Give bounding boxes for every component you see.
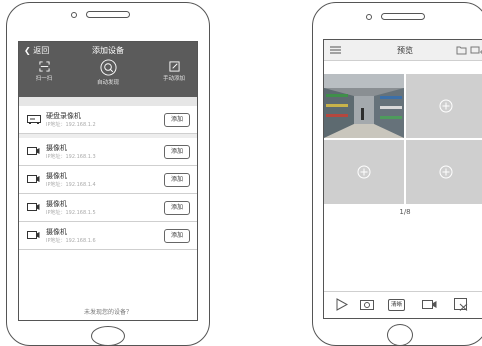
video-cell-empty[interactable] xyxy=(324,140,404,204)
device-row[interactable]: 摄像机 IP地址：192.168.1.5 添加 xyxy=(19,194,197,222)
edit-icon xyxy=(168,61,180,72)
device-ip: IP地址：192.168.1.3 xyxy=(46,154,96,160)
scan-icon xyxy=(38,61,50,72)
device-not-found-link[interactable]: 未发现您的设备？ xyxy=(19,307,197,316)
device-row[interactable]: 硬盘录像机 IP地址：192.168.1.2 添加 xyxy=(19,106,197,134)
store-camera-feed xyxy=(324,74,404,138)
device-row[interactable]: 摄像机 IP地址：192.168.1.6 添加 xyxy=(19,222,197,250)
folder-icon[interactable] xyxy=(456,46,467,55)
device-name: 硬盘录像机 xyxy=(46,112,81,120)
record-icon[interactable] xyxy=(422,300,437,309)
phone-frame-add-device: ❮ 返回 添加设备 扫一扫 自动发现 手动添加 硬盘录像机 IP地址：192.1… xyxy=(6,2,210,346)
add-device-button[interactable]: 添加 xyxy=(164,113,190,127)
manual-add-action[interactable]: 手动添加 xyxy=(149,61,197,82)
camera-icon xyxy=(27,175,40,183)
device-name: 摄像机 xyxy=(46,228,67,236)
device-row[interactable]: 摄像机 IP地址：192.168.1.3 添加 xyxy=(19,138,197,166)
speaker-grille xyxy=(86,11,130,18)
scan-label: 扫一扫 xyxy=(35,76,53,82)
header-tools xyxy=(456,46,482,55)
device-name: 摄像机 xyxy=(46,172,67,180)
device-ip: IP地址：192.168.1.4 xyxy=(46,182,96,188)
add-device-button[interactable]: 添加 xyxy=(164,229,190,243)
add-camera-icon xyxy=(439,165,453,179)
preview-header: 预览 xyxy=(324,40,482,61)
scan-action[interactable]: 扫一扫 xyxy=(19,61,69,82)
video-cell-live[interactable] xyxy=(324,74,404,138)
device-row[interactable]: 摄像机 IP地址：192.168.1.4 添加 xyxy=(19,166,197,194)
video-cell-empty[interactable] xyxy=(406,74,482,138)
add-window-icon[interactable] xyxy=(470,46,482,54)
add-device-button[interactable]: 添加 xyxy=(164,173,190,187)
play-icon[interactable] xyxy=(336,298,348,311)
auto-discover-label: 自动发现 xyxy=(96,80,119,86)
preview-screen: 预览 1/8 清晰 xyxy=(323,39,482,319)
add-device-header: ❮ 返回 添加设备 扫一扫 自动发现 手动添加 xyxy=(19,42,197,97)
add-camera-icon xyxy=(357,165,371,179)
home-button[interactable] xyxy=(387,324,413,346)
device-ip: IP地址：192.168.1.2 xyxy=(46,122,96,128)
device-ip: IP地址：192.168.1.6 xyxy=(46,238,96,244)
phone-frame-preview: 预览 1/8 清晰 xyxy=(312,2,482,346)
home-button[interactable] xyxy=(91,326,125,346)
device-name: 摄像机 xyxy=(46,144,67,152)
search-icon xyxy=(99,59,117,76)
preview-toolbar: 清晰 xyxy=(324,291,482,318)
dvr-icon xyxy=(27,115,41,124)
snapshot-icon[interactable] xyxy=(360,299,374,310)
page-title: 添加设备 xyxy=(92,46,124,55)
video-grid xyxy=(324,74,482,204)
speaker-grille xyxy=(381,13,425,20)
hd-button[interactable]: 清晰 xyxy=(388,299,406,311)
device-ip: IP地址：192.168.1.5 xyxy=(46,210,96,216)
front-camera xyxy=(366,13,372,20)
page-indicator: 1/8 xyxy=(399,208,411,216)
add-device-button[interactable]: 添加 xyxy=(164,145,190,159)
manual-add-label: 手动添加 xyxy=(162,76,185,82)
front-camera xyxy=(71,11,77,18)
camera-icon xyxy=(27,147,40,155)
auto-discover-action[interactable]: 自动发现 xyxy=(83,59,133,86)
close-all-icon[interactable] xyxy=(454,298,468,311)
device-name: 摄像机 xyxy=(46,200,67,208)
video-cell-empty[interactable] xyxy=(406,140,482,204)
camera-icon xyxy=(27,231,40,239)
add-device-button[interactable]: 添加 xyxy=(164,201,190,215)
header-divider-band xyxy=(19,97,197,106)
add-device-screen: ❮ 返回 添加设备 扫一扫 自动发现 手动添加 硬盘录像机 IP地址：192.1… xyxy=(18,41,198,321)
add-camera-icon xyxy=(439,99,453,113)
camera-icon xyxy=(27,203,40,211)
